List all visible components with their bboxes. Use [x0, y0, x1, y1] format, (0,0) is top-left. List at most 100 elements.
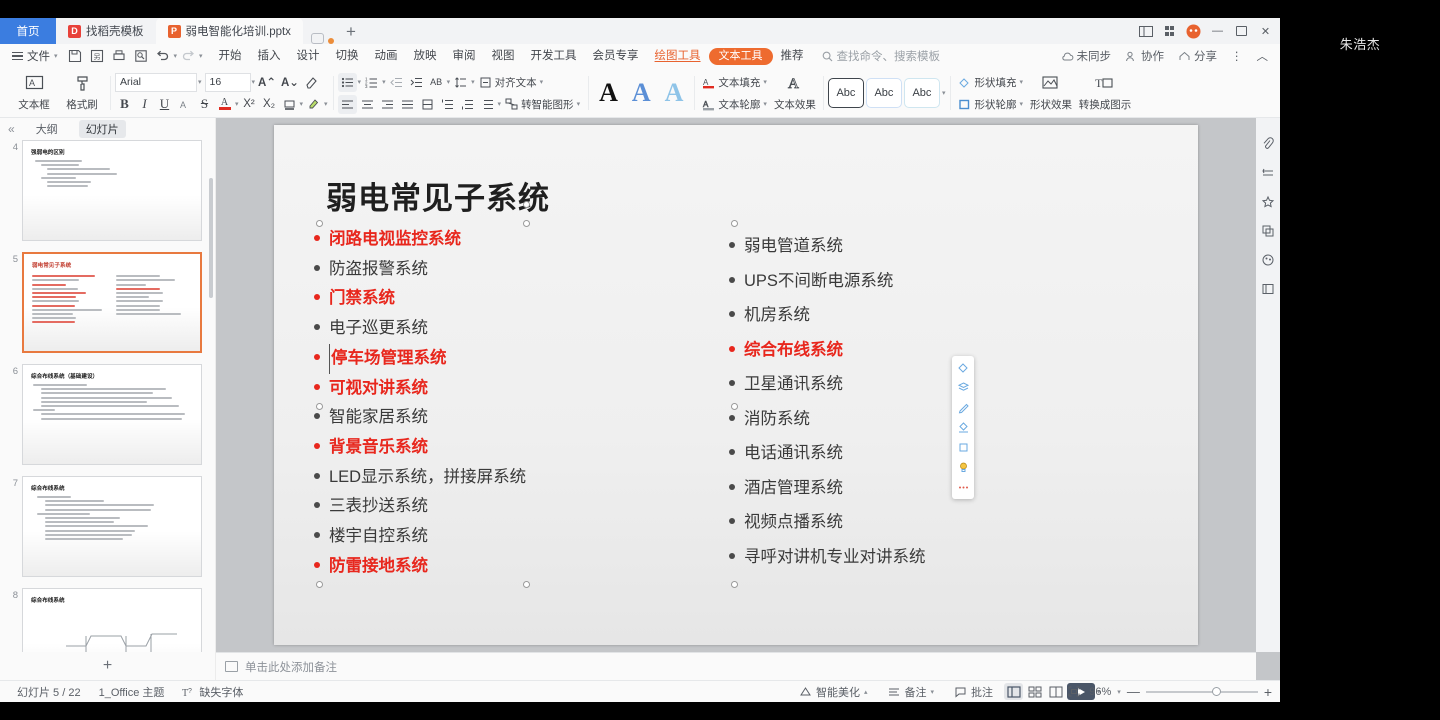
menu-text-tools[interactable]: 文本工具 — [709, 48, 773, 65]
more-dots-icon[interactable] — [954, 478, 973, 497]
decrease-paragraph-spacing-button[interactable] — [458, 95, 477, 114]
decrease-indent-button[interactable] — [387, 73, 406, 92]
menu-transition[interactable]: 切换 — [328, 46, 367, 66]
zoom-in-button[interactable]: + — [1264, 684, 1272, 700]
eyedropper-icon[interactable] — [954, 418, 973, 437]
bullet-item[interactable]: 防盗报警系统 — [314, 255, 734, 285]
thumbnail-slide-6[interactable]: 综合布线系统（基础建设） — [22, 364, 202, 465]
bullet-item[interactable]: 电子巡更系统 — [314, 314, 734, 344]
shape-outline-button[interactable]: 形状轮廓 ▾ — [955, 95, 1026, 114]
clip-icon[interactable] — [1259, 134, 1278, 153]
font-name-input[interactable]: Arial — [115, 73, 197, 92]
tab-presentation-file[interactable]: 弱电智能化培训.pptx — [156, 18, 303, 44]
collaborate-button[interactable]: 协作 — [1119, 48, 1170, 64]
smart-beautify-button[interactable]: 智能美化 ▴ — [790, 684, 877, 700]
menu-recommend[interactable]: 推荐 — [773, 46, 812, 66]
paragraph-spacing-button[interactable] — [478, 95, 497, 114]
selection-handle-bl[interactable] — [316, 581, 323, 588]
bullet-item[interactable]: 卫星通讯系统 — [729, 367, 1149, 402]
italic-button[interactable]: I — [135, 95, 154, 114]
char-shading-dropdown-icon[interactable]: ▾ — [300, 100, 304, 108]
bullet-item[interactable]: 弱电管道系统 — [729, 229, 1149, 264]
wps-assistant-avatar[interactable] — [1183, 21, 1204, 41]
menu-review[interactable]: 审阅 — [445, 46, 484, 66]
zoom-dropdown-icon[interactable]: ▾ — [1117, 688, 1121, 696]
normal-view-button[interactable] — [1004, 683, 1023, 700]
command-search-box[interactable]: 查找命令、搜索模板 — [822, 48, 941, 64]
comment-bubble-icon[interactable] — [311, 33, 324, 44]
align-text-dropdown-icon[interactable]: ▾ — [540, 78, 544, 86]
shape-fill-dropdown-icon[interactable]: ▾ — [1019, 78, 1023, 86]
collapse-ribbon-button[interactable]: ︿ — [1251, 48, 1275, 64]
bullet-item[interactable]: 门禁系统 — [314, 284, 734, 314]
highlight-dropdown-icon[interactable]: ▾ — [324, 100, 328, 108]
idea-icon[interactable] — [954, 458, 973, 477]
menu-drawing-tools[interactable]: 绘图工具 — [647, 46, 709, 66]
shape-style-1[interactable]: Abc — [828, 78, 864, 108]
selection-handle-mr-left[interactable] — [731, 403, 738, 410]
align-text-button[interactable]: 对齐文本 ▾ — [476, 73, 547, 92]
selection-handle-tr-left[interactable] — [731, 220, 738, 227]
numbered-list-dropdown-icon[interactable]: ▾ — [382, 78, 386, 86]
line-spacing-dropdown-icon[interactable]: ▾ — [471, 78, 475, 86]
palette-icon[interactable] — [1259, 250, 1278, 269]
text-direction-dropdown-icon[interactable]: ▾ — [447, 78, 451, 86]
frame-icon[interactable] — [1259, 279, 1278, 298]
undo-icon[interactable] — [152, 47, 174, 66]
character-border-button[interactable]: A — [175, 95, 194, 114]
text-fill-dropdown-icon[interactable]: ▾ — [763, 78, 767, 86]
share-button[interactable]: 分享 — [1172, 48, 1223, 64]
align-center-button[interactable] — [358, 95, 377, 114]
bullet-item[interactable]: 可视对讲系统 — [314, 374, 734, 404]
new-tab-button[interactable]: + — [334, 20, 368, 44]
text-fill-button[interactable]: A 文本填充 ▾ — [699, 73, 770, 92]
pen-icon[interactable] — [954, 398, 973, 417]
paragraph-spacing-dropdown-icon[interactable]: ▾ — [498, 100, 502, 108]
grow-font-button[interactable]: A⌃ — [256, 73, 278, 92]
selection-handle-ml[interactable] — [316, 403, 323, 410]
selection-handle-br-left[interactable] — [731, 581, 738, 588]
thumbnail-item[interactable]: 7 综合布线系统 — [4, 476, 215, 577]
save-as-icon[interactable]: 另 — [86, 47, 108, 66]
bullet-item[interactable]: 视频点播系统 — [729, 505, 1149, 540]
menu-slideshow[interactable]: 放映 — [406, 46, 445, 66]
shape-effect-button[interactable]: 形状效果 — [1028, 75, 1074, 112]
save-icon[interactable] — [64, 47, 86, 66]
panel-tab-slides[interactable]: 幻灯片 — [79, 120, 126, 138]
menu-design[interactable]: 设计 — [289, 46, 328, 66]
print-icon[interactable] — [108, 47, 130, 66]
shape-fill-icon[interactable] — [954, 358, 973, 377]
wordart-style-3[interactable]: A — [659, 80, 690, 106]
text-outline-button[interactable]: A 文本轮廓 ▾ — [699, 95, 770, 114]
thumbnail-slide-4[interactable]: 强弱电的区别 — [22, 140, 202, 241]
bullet-item[interactable]: 防雷接地系统 — [314, 552, 734, 582]
thumbnail-slide-7[interactable]: 综合布线系统 — [22, 476, 202, 577]
align-left-button[interactable] — [338, 95, 357, 114]
comment-button[interactable]: 批注 — [945, 684, 1002, 700]
menu-member-exclusive[interactable]: 会员专享 — [585, 46, 647, 66]
bullet-item[interactable]: UPS不间断电源系统 — [729, 264, 1149, 299]
menu-view[interactable]: 视图 — [484, 46, 523, 66]
menu-insert[interactable]: 插入 — [250, 46, 289, 66]
increase-paragraph-spacing-button[interactable] — [438, 95, 457, 114]
quick-access-customize-icon[interactable]: ▾ — [199, 52, 203, 60]
line-spacing-button[interactable] — [451, 73, 470, 92]
font-name-dropdown-icon[interactable]: ▾ — [198, 78, 202, 86]
numbered-list-button[interactable]: 123 — [362, 73, 381, 92]
resize-icon[interactable] — [1259, 163, 1278, 182]
panel-tab-outline[interactable]: 大纲 — [29, 120, 65, 138]
bullet-item[interactable]: LED显示系统，拼接屏系统 — [314, 463, 734, 493]
collapse-panel-icon[interactable]: « — [8, 122, 15, 136]
minimize-button[interactable]: — — [1207, 21, 1228, 41]
selection-handle-tc[interactable] — [523, 220, 530, 227]
text-outline-dropdown-icon[interactable]: ▾ — [763, 100, 767, 108]
distribute-button[interactable] — [418, 95, 437, 114]
selection-handle-bc[interactable] — [523, 581, 530, 588]
redo-icon[interactable] — [177, 47, 199, 66]
subscript-button[interactable]: X₂ — [260, 95, 279, 114]
file-menu-button[interactable]: 文件 ▾ — [6, 48, 64, 64]
menu-start[interactable]: 开始 — [211, 46, 250, 66]
fit-to-window-button[interactable] — [1064, 683, 1083, 700]
bullet-list-dropdown-icon[interactable]: ▾ — [358, 78, 362, 86]
rotate-handle[interactable] — [523, 201, 530, 208]
